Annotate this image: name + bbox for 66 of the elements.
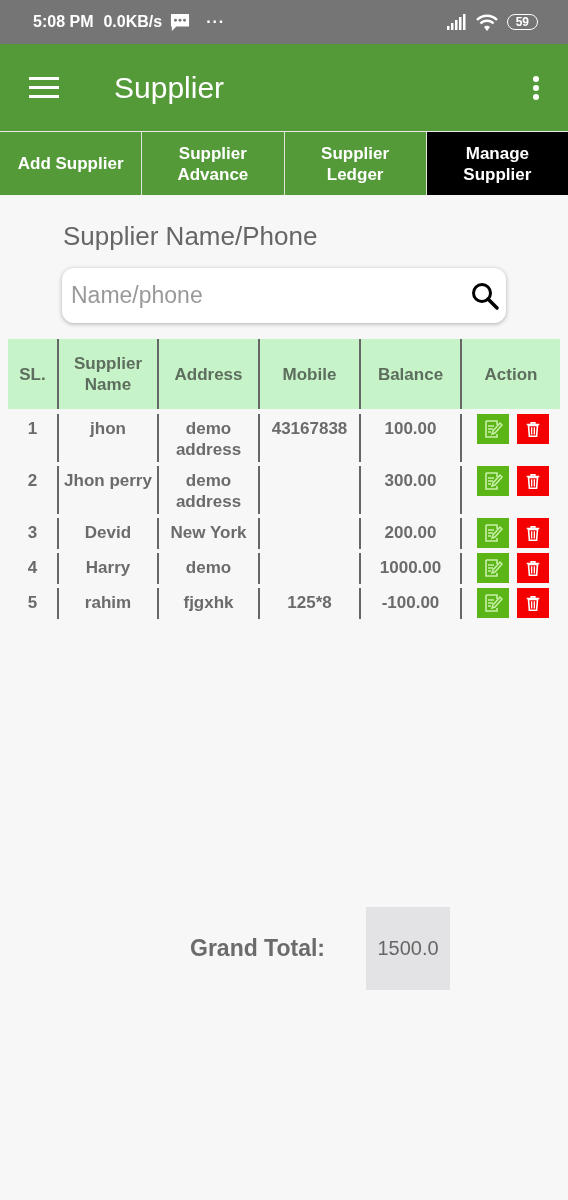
message-icon — [170, 12, 191, 32]
more-notifications: ··· — [206, 13, 226, 31]
tab[interactable]: Supplier Ledger — [284, 132, 427, 195]
edit-icon — [483, 471, 503, 491]
grand-total-value: 1500.0 — [366, 907, 450, 990]
trash-icon — [524, 558, 542, 578]
table-cell: 200.00 — [359, 518, 460, 549]
delete-button[interactable] — [517, 553, 549, 583]
edit-button[interactable] — [477, 588, 509, 618]
edit-button[interactable] — [477, 466, 509, 496]
clock: 5:08 PM — [33, 13, 94, 31]
app-title: Supplier — [114, 70, 226, 105]
table-cell: Jhon perry — [57, 466, 157, 514]
table-cell: jhon — [57, 414, 157, 462]
edit-button[interactable] — [477, 414, 509, 444]
delete-button[interactable] — [517, 518, 549, 548]
table-cell: -100.00 — [359, 588, 460, 619]
edit-button[interactable] — [477, 518, 509, 548]
table-cell: 100.00 — [359, 414, 460, 462]
edit-icon — [483, 593, 503, 613]
search-label: Supplier Name/Phone — [63, 221, 319, 252]
table-cell: rahim — [57, 588, 157, 619]
table-cell: 125*8 — [258, 588, 359, 619]
trash-icon — [524, 419, 542, 439]
menu-icon[interactable] — [29, 77, 59, 98]
network-speed: 0.0KB/s — [103, 13, 163, 31]
edit-icon — [483, 523, 503, 543]
column-header: Address — [157, 339, 258, 409]
grand-total-label: Grand Total: — [190, 935, 326, 962]
delete-button[interactable] — [517, 588, 549, 618]
trash-icon — [524, 471, 542, 491]
trash-icon — [524, 523, 542, 543]
table-cell: Devid — [57, 518, 157, 549]
table-cell: New York — [157, 518, 258, 549]
table-cell-text: 3 — [26, 522, 39, 544]
tab[interactable]: Add Supplier — [0, 132, 143, 195]
tab[interactable]: Supplier Advance — [142, 132, 285, 195]
edit-icon — [483, 558, 503, 578]
column-header: Mobile — [258, 339, 359, 409]
column-header: Supplier Name — [57, 339, 157, 409]
column-header: Action — [460, 339, 560, 409]
delete-button[interactable] — [517, 414, 549, 444]
table-cell-text: 4 — [26, 557, 39, 579]
search-field[interactable]: Name/phone — [62, 268, 506, 323]
table-cell: demo address — [157, 466, 258, 514]
edit-button[interactable] — [477, 553, 509, 583]
edit-icon — [483, 419, 503, 439]
signal-icon — [445, 13, 467, 31]
trash-icon — [524, 593, 542, 613]
table-cell: 43167838 — [258, 414, 359, 462]
search-icon[interactable] — [470, 281, 500, 311]
delete-button[interactable] — [517, 466, 549, 496]
table-cell-text: 2 — [26, 470, 39, 492]
table-cell: 300.00 — [359, 466, 460, 514]
more-options-icon[interactable] — [533, 75, 539, 100]
table-cell: fjgxhk — [157, 588, 258, 619]
table-cell: Harry — [57, 553, 157, 584]
table-cell: demo address — [157, 414, 258, 462]
table-cell: 1000.00 — [359, 553, 460, 584]
tab[interactable]: Manage Supplier — [426, 132, 568, 195]
wifi-icon — [474, 12, 499, 32]
table-cell-text: 5 — [26, 592, 39, 614]
table-cell-text: 1 — [26, 418, 39, 440]
table-cell: demo — [157, 553, 258, 584]
column-header: Balance — [359, 339, 460, 409]
column-header: SL. — [18, 363, 47, 386]
